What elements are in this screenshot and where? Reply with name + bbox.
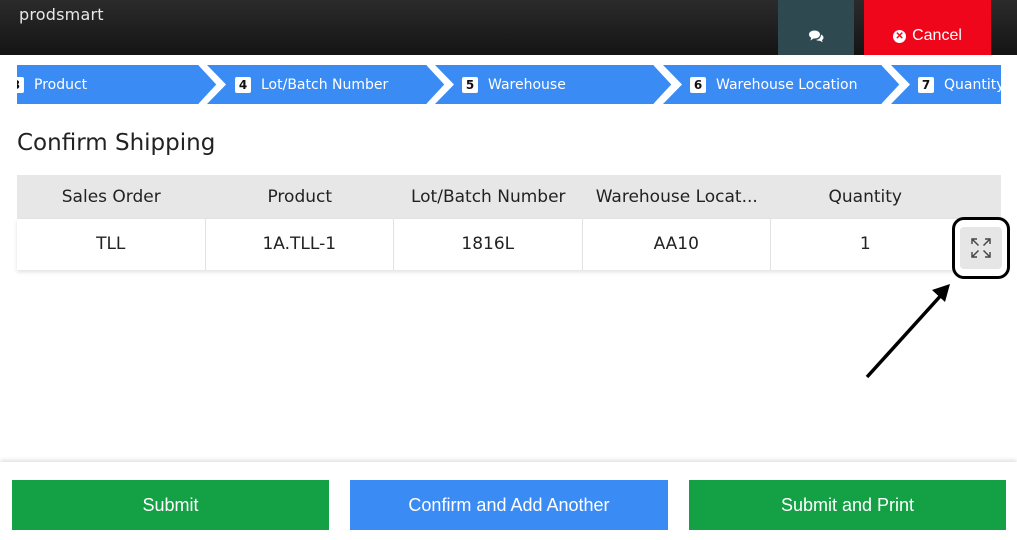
confirm-and-add-another-button[interactable]: Confirm and Add Another bbox=[350, 480, 668, 530]
cell-warehouse-location: AA10 bbox=[583, 219, 771, 270]
cell-quantity: 1 bbox=[859, 234, 871, 254]
step-lot-batch-number[interactable]: 4 Lot/Batch Number bbox=[235, 65, 388, 104]
cancel-button[interactable]: ✕ Cancel bbox=[864, 0, 991, 55]
footer-actions: Submit Confirm and Add Another Submit an… bbox=[0, 462, 1017, 540]
submit-and-print-button[interactable]: Submit and Print bbox=[689, 480, 1006, 530]
brand-logo: prodsmart bbox=[19, 5, 104, 24]
step-label: Quantity bbox=[944, 76, 1001, 93]
expand-button-inner[interactable] bbox=[960, 227, 1002, 269]
table-row[interactable]: TLL 1A.TLL-1 1816L AA10 1 bbox=[17, 219, 1001, 270]
step-number: 4 bbox=[235, 76, 251, 93]
column-header-product[interactable]: Product bbox=[206, 187, 395, 207]
step-label: Warehouse Location bbox=[716, 76, 858, 93]
page-title: Confirm Shipping bbox=[17, 130, 216, 156]
annotation-arrow-icon bbox=[865, 284, 950, 379]
close-circle-icon: ✕ bbox=[893, 30, 907, 43]
step-quantity[interactable]: 7 Quantity bbox=[918, 65, 1001, 104]
column-header-quantity[interactable]: Quantity bbox=[771, 187, 960, 207]
step-number: 5 bbox=[462, 76, 478, 93]
expand-row-button[interactable] bbox=[952, 217, 1010, 279]
expand-icon bbox=[971, 238, 991, 258]
step-number: 6 bbox=[690, 76, 706, 93]
table-header: Sales Order Product Lot/Batch Number War… bbox=[17, 175, 1001, 219]
cancel-label: Cancel bbox=[912, 27, 962, 44]
step-product[interactable]: 3 Product bbox=[17, 65, 87, 104]
chat-button[interactable] bbox=[778, 0, 854, 55]
step-warehouse-location[interactable]: 6 Warehouse Location bbox=[690, 65, 857, 104]
submit-button[interactable]: Submit bbox=[12, 480, 329, 530]
step-label: Product bbox=[34, 76, 88, 93]
top-bar: prodsmart ✕ Cancel bbox=[0, 0, 1017, 55]
shipping-table: Sales Order Product Lot/Batch Number War… bbox=[17, 175, 1001, 270]
cell-product: 1A.TLL-1 bbox=[206, 219, 394, 270]
step-warehouse[interactable]: 5 Warehouse bbox=[462, 65, 566, 104]
column-header-sales-order[interactable]: Sales Order bbox=[17, 187, 206, 207]
column-header-warehouse-location[interactable]: Warehouse Locat... bbox=[583, 187, 772, 207]
step-label: Warehouse bbox=[488, 76, 566, 93]
comments-icon bbox=[809, 30, 824, 43]
cell-lot-batch-number: 1816L bbox=[394, 219, 583, 270]
cell-sales-order: TLL bbox=[17, 219, 206, 270]
column-header-lot-batch-number[interactable]: Lot/Batch Number bbox=[394, 187, 583, 207]
step-label: Lot/Batch Number bbox=[261, 76, 389, 93]
steps-breadcrumb: 3 Product 4 Lot/Batch Number 5 Warehouse… bbox=[17, 65, 1001, 104]
step-number: 7 bbox=[918, 76, 934, 93]
step-number: 3 bbox=[17, 76, 24, 93]
